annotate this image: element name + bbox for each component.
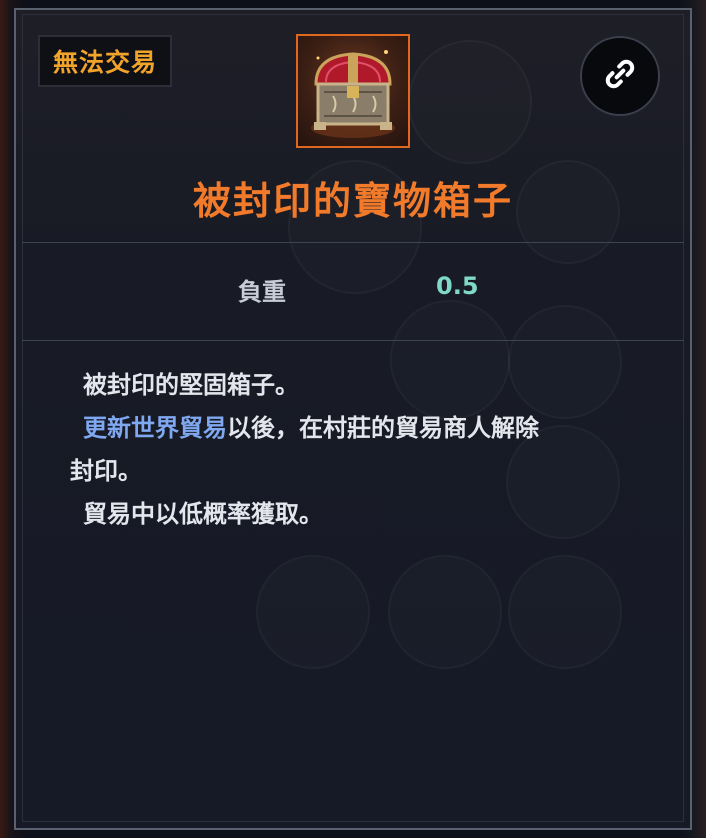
untradeable-badge: 無法交易 [38, 35, 172, 87]
description-text: 以後，在村莊的貿易商人解除 [227, 414, 539, 442]
link-icon [600, 54, 640, 98]
divider [22, 242, 684, 243]
weight-label: 負重 [238, 278, 286, 306]
item-name: 被封印的寶物箱子 [192, 179, 513, 223]
divider [22, 340, 684, 341]
bg-ghost-shape [388, 555, 502, 669]
item-description: 被封印的堅固箱子。 更新世界貿易以後，在村莊的貿易商人解除 封印。 貿易中以低概… [70, 364, 650, 536]
description-line: 貿易中以低概率獲取。 [83, 500, 323, 528]
link-button[interactable] [580, 36, 660, 116]
item-tooltip-panel: 無法交易 被封印的寶物箱子 負重 0.5 被封印的堅固箱子。 更新世界貿易以後，… [14, 8, 692, 830]
description-line: 被封印的堅固箱子。 [83, 371, 299, 399]
world-trade-highlight: 更新世界貿易 [83, 414, 227, 442]
description-line: 更新世界貿易以後，在村莊的貿易商人解除 [70, 407, 650, 450]
treasure-chest-icon [296, 34, 410, 148]
description-line: 封印。 [70, 457, 142, 485]
bg-ghost-shape [256, 555, 370, 669]
weight-value: 0.5 [436, 272, 479, 300]
bg-ghost-shape [408, 40, 532, 164]
bg-ghost-shape [508, 555, 622, 669]
